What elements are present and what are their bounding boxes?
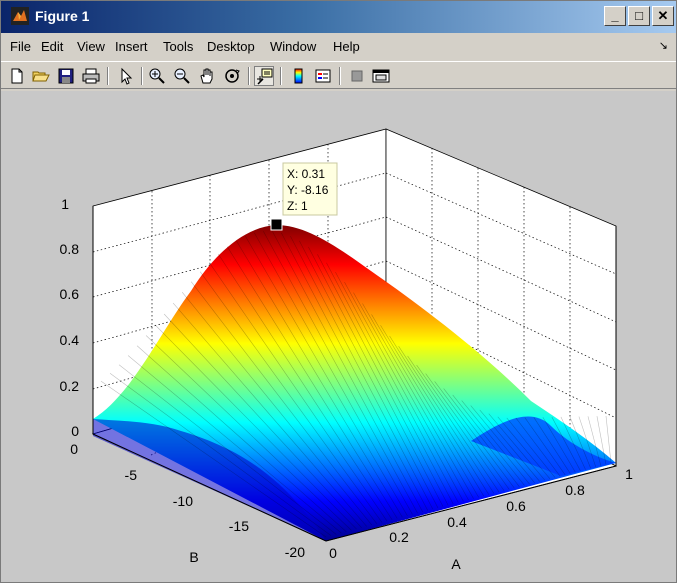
y-axis-label: B (189, 549, 198, 565)
y-tick-label: -20 (285, 544, 305, 560)
toolbar-separator (107, 67, 109, 85)
figure-window: Figure 1 _ □ ✕ File Edit View Insert Too… (0, 0, 677, 583)
x-tick-label: 0.8 (565, 482, 585, 498)
matlab-logo-icon (11, 7, 29, 25)
z-tick-label: 0.8 (60, 241, 80, 257)
close-button[interactable]: ✕ (652, 6, 674, 26)
maximize-button[interactable]: □ (628, 6, 650, 26)
menu-bar: File Edit View Insert Tools Desktop Wind… (1, 35, 676, 59)
y-tick-label: -15 (229, 518, 249, 534)
dock-arrow-icon[interactable]: ↘ (659, 39, 668, 52)
toolbar (1, 61, 676, 89)
minimize-button[interactable]: _ (604, 6, 626, 26)
x-tick-label: 0.2 (389, 529, 409, 545)
menu-file[interactable]: File (10, 39, 31, 54)
z-tick-label: 0.2 (60, 378, 80, 394)
z-tick-label: 0.4 (60, 332, 80, 348)
y-tick-label: -5 (125, 467, 138, 483)
z-tick-label: 0.6 (60, 286, 80, 302)
data-cursor-marker[interactable] (270, 218, 283, 231)
toolbar-separator (339, 67, 341, 85)
menu-insert[interactable]: Insert (115, 39, 148, 54)
select-arrow-icon[interactable] (116, 66, 136, 86)
print-icon[interactable] (81, 66, 101, 86)
rotate-3d-icon[interactable] (222, 66, 242, 86)
x-tick-label: 1 (625, 466, 633, 482)
data-tip[interactable]: X: 0.31 Y: -8.16 Z: 1 (282, 162, 338, 216)
data-cursor-icon[interactable] (254, 66, 274, 86)
hide-plot-tools-icon[interactable] (347, 66, 367, 86)
zoom-in-icon[interactable] (147, 66, 167, 86)
data-tip-y: Y: -8.16 (287, 183, 329, 197)
menu-edit[interactable]: Edit (41, 39, 63, 54)
y-tick-label: 0 (70, 441, 78, 457)
y-tick-label: -10 (173, 493, 193, 509)
toolbar-separator (248, 67, 250, 85)
pan-hand-icon[interactable] (197, 66, 217, 86)
data-tip-z: Z: 1 (287, 199, 308, 213)
z-tick-label: 0 (71, 423, 79, 439)
save-icon[interactable] (56, 66, 76, 86)
menu-window[interactable]: Window (270, 39, 316, 54)
toolbar-separator (280, 67, 282, 85)
data-tip-x: X: 0.31 (287, 167, 325, 181)
show-plot-tools-icon[interactable] (371, 66, 391, 86)
window-title: Figure 1 (35, 8, 90, 24)
z-tick-label: 1 (61, 196, 69, 212)
open-file-icon[interactable] (31, 66, 51, 86)
x-tick-label: 0.4 (447, 514, 467, 530)
figure-canvas[interactable]: 1 0.8 0.6 0.4 0.2 0 0 -5 -10 -15 -20 0 0… (1, 91, 676, 582)
x-tick-label: 0 (329, 545, 337, 561)
title-bar[interactable]: Figure 1 _ □ ✕ (1, 1, 676, 33)
menu-desktop[interactable]: Desktop (207, 39, 255, 54)
zoom-out-icon[interactable] (172, 66, 192, 86)
new-figure-icon[interactable] (7, 66, 27, 86)
menu-tools[interactable]: Tools (163, 39, 193, 54)
surface-plot[interactable]: 1 0.8 0.6 0.4 0.2 0 0 -5 -10 -15 -20 0 0… (1, 91, 676, 582)
colorbar-icon[interactable] (289, 66, 309, 86)
x-tick-label: 0.6 (506, 498, 526, 514)
menu-help[interactable]: Help (333, 39, 360, 54)
legend-icon[interactable] (313, 66, 333, 86)
menu-view[interactable]: View (77, 39, 105, 54)
toolbar-separator (141, 67, 143, 85)
x-axis-label: A (451, 556, 461, 572)
